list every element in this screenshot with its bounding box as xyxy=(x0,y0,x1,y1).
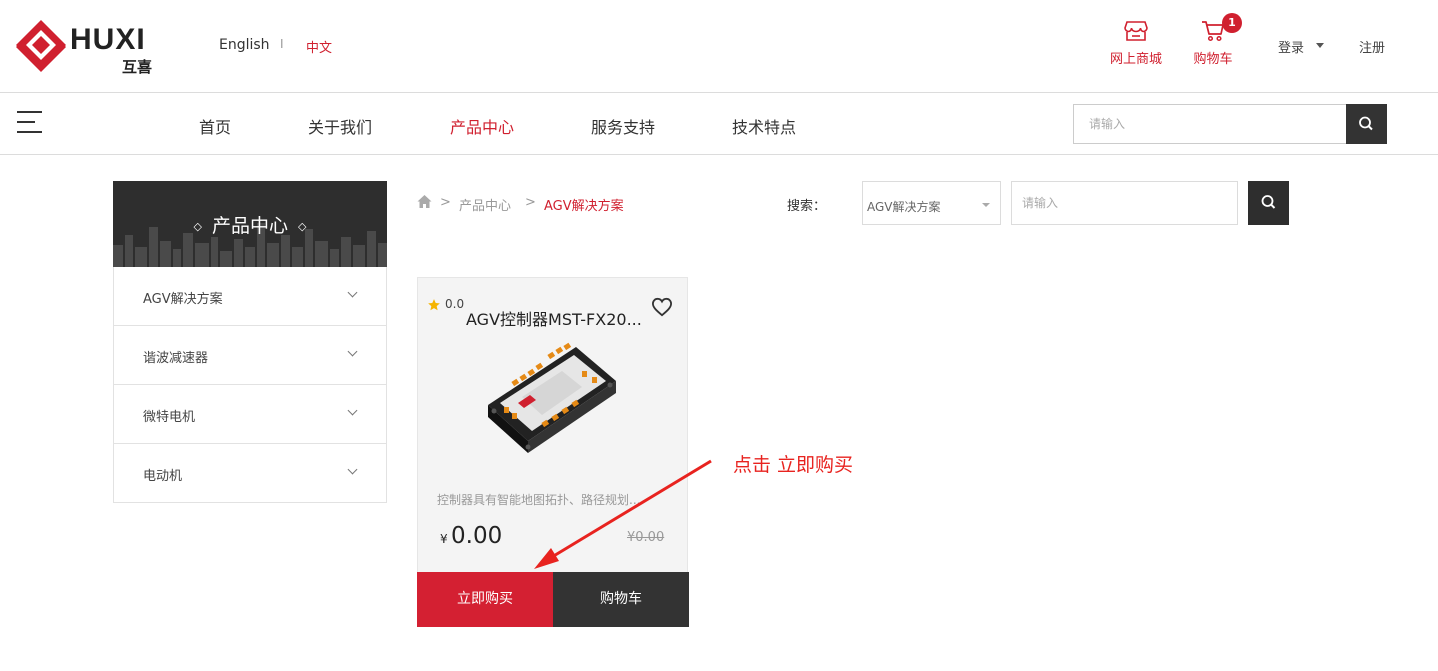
product-card[interactable]: 0.0 AGV控制器MST-FX20... 控制器具有智能地图拓扑、路径规划..… xyxy=(417,277,689,627)
product-search-button[interactable] xyxy=(1248,181,1289,225)
login-dropdown[interactable]: 登录 xyxy=(1278,37,1304,56)
product-price: 0.00 xyxy=(451,523,503,549)
sidebar-header: ◇ 产品中心 ◇ xyxy=(113,181,387,267)
lang-english-link[interactable]: English xyxy=(219,37,270,53)
product-description: 控制器具有智能地图拓扑、路径规划... xyxy=(437,493,641,507)
main-nav: 首页 关于我们 产品中心 服务支持 技术特点 xyxy=(0,94,1438,155)
category-select-value: AGV解决方案 xyxy=(867,200,941,214)
rating-value: 0.0 xyxy=(445,297,465,311)
nav-support[interactable]: 服务支持 xyxy=(591,114,655,138)
heart-icon[interactable] xyxy=(651,297,673,317)
original-price: ¥0.00 xyxy=(627,530,665,545)
logo-subtext: 互喜 xyxy=(122,58,153,76)
header-search-input[interactable] xyxy=(1074,105,1346,143)
chevron-down-icon xyxy=(347,464,358,475)
hamburger-menu-icon[interactable] xyxy=(17,111,42,133)
product-title[interactable]: AGV控制器MST-FX20... xyxy=(466,306,654,330)
header-search-button[interactable] xyxy=(1346,104,1387,144)
huxi-logo[interactable]: HUXI 互喜 xyxy=(14,18,164,76)
caret-down-icon[interactable] xyxy=(1316,43,1324,48)
breadcrumb-separator: > xyxy=(440,195,451,210)
online-shop-link[interactable]: 网上商城 xyxy=(1106,20,1166,67)
diamond-icon: ◇ xyxy=(193,220,202,233)
breadcrumb-current: AGV解决方案 xyxy=(544,199,624,214)
header-search xyxy=(1073,104,1387,144)
add-to-cart-button[interactable]: 购物车 xyxy=(553,572,689,627)
sidebar-item-micro-motor[interactable]: 微特电机 xyxy=(114,385,386,444)
chevron-down-icon xyxy=(347,405,358,416)
search-icon xyxy=(1261,195,1276,209)
filter-label: 搜索： xyxy=(787,199,827,214)
breadcrumb-separator: > xyxy=(525,195,536,210)
sidebar-item-label: AGV解决方案 xyxy=(143,292,223,307)
sidebar-item-label: 谐波减速器 xyxy=(143,351,209,366)
home-icon[interactable] xyxy=(417,194,432,213)
cart-label: 购物车 xyxy=(1193,52,1233,67)
sidebar-item-agv[interactable]: AGV解决方案 xyxy=(114,267,386,326)
store-icon xyxy=(1124,21,1148,41)
chevron-down-icon xyxy=(347,346,358,357)
lang-separator: I xyxy=(280,37,284,51)
nav-products[interactable]: 产品中心 xyxy=(450,114,514,138)
logo-text: HUXI xyxy=(70,23,146,56)
nav-features[interactable]: 技术特点 xyxy=(732,114,796,138)
logo-mark-icon xyxy=(16,20,66,72)
online-shop-label: 网上商城 xyxy=(1109,52,1162,67)
star-icon xyxy=(428,299,440,311)
cart-count-badge: 1 xyxy=(1222,13,1242,33)
top-header: HUXI 互喜 English I 中文 网上商城 购物车 1 登录 注册 xyxy=(0,0,1438,93)
lang-chinese-link[interactable]: 中文 xyxy=(306,37,332,56)
category-sidebar: ◇ 产品中心 ◇ AGV解决方案 谐波减速器 微特电机 电动机 xyxy=(113,181,387,503)
sidebar-item-electric-motor[interactable]: 电动机 xyxy=(114,444,386,503)
buy-now-button[interactable]: 立即购买 xyxy=(417,572,553,627)
breadcrumb-products-link[interactable]: 产品中心 xyxy=(459,195,511,214)
register-link[interactable]: 注册 xyxy=(1359,37,1385,56)
search-icon xyxy=(1359,116,1373,131)
nav-home[interactable]: 首页 xyxy=(199,114,231,138)
product-search-input[interactable] xyxy=(1011,181,1238,225)
category-select[interactable]: AGV解决方案 xyxy=(862,181,1001,225)
sidebar-item-label: 电动机 xyxy=(143,469,183,484)
sidebar-item-label: 微特电机 xyxy=(143,410,196,425)
chevron-down-icon xyxy=(347,287,358,298)
sidebar-item-harmonic-reducer[interactable]: 谐波减速器 xyxy=(114,326,386,385)
diamond-icon: ◇ xyxy=(298,220,307,233)
nav-about[interactable]: 关于我们 xyxy=(308,114,372,138)
annotation-text: 点击 立即购买 xyxy=(733,454,854,476)
sidebar-title: ◇ 产品中心 ◇ xyxy=(193,215,307,237)
currency-symbol: ¥ xyxy=(440,532,448,546)
caret-down-icon xyxy=(982,203,990,207)
product-image[interactable] xyxy=(482,341,622,471)
